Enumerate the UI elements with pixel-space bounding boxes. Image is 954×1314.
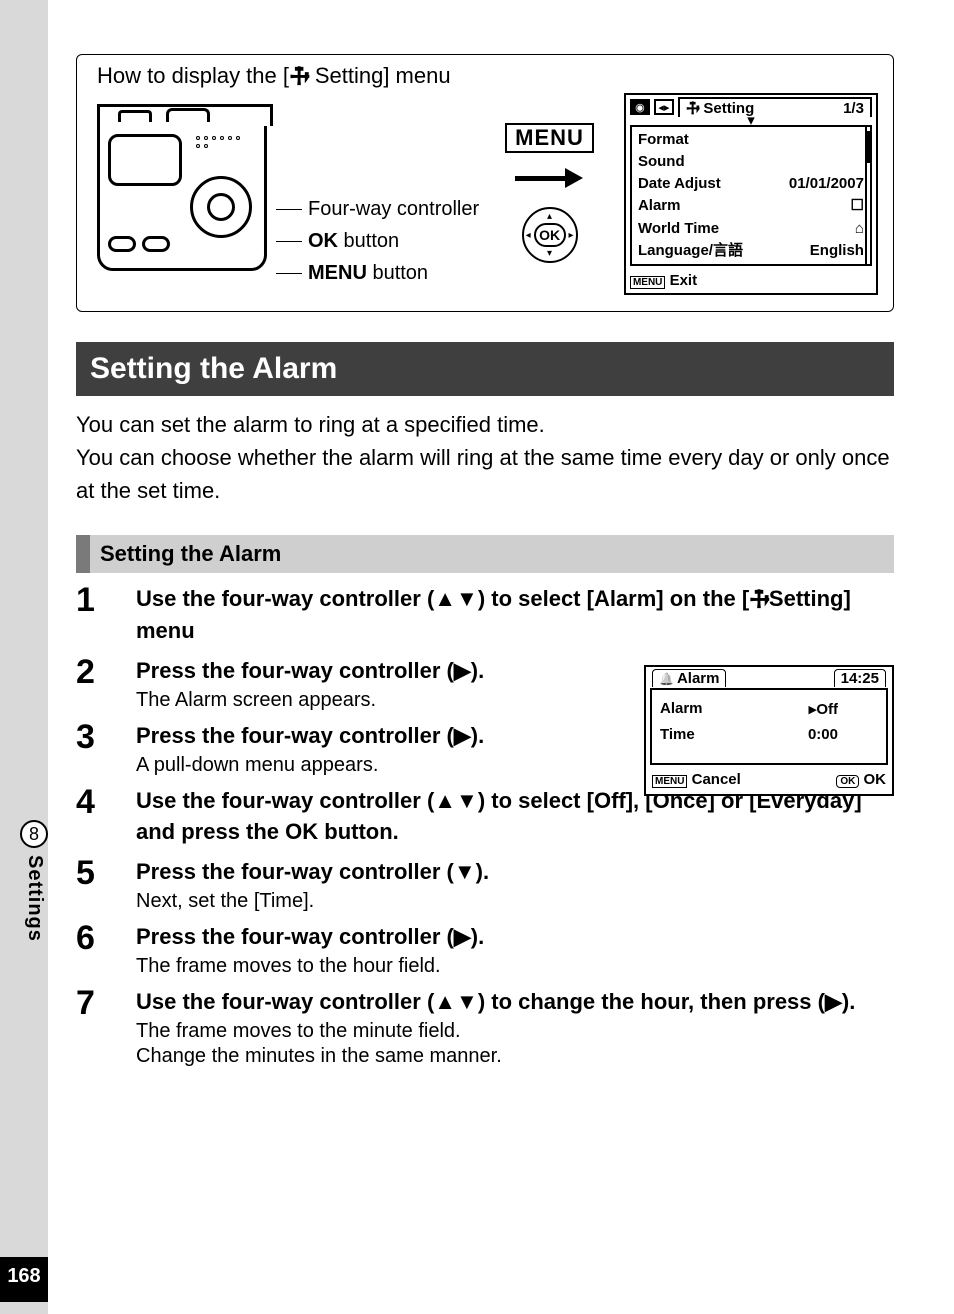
row-format: Format bbox=[636, 129, 866, 151]
menu-small-icon: MENU bbox=[630, 276, 665, 289]
ok-small-icon: OK bbox=[836, 775, 859, 788]
time-row: Time0:00 bbox=[660, 722, 878, 747]
step-7: 7 Use the four-way controller (▲▼) to ch… bbox=[76, 986, 894, 1068]
intro-text: You can set the alarm to ring at a speci… bbox=[76, 408, 894, 507]
camera-tab-icon: ◉ bbox=[630, 99, 650, 115]
ok-ring-icon: ▴ ▾ ◂ ▸ OK bbox=[522, 207, 578, 263]
menu-small-icon: MENU bbox=[652, 775, 687, 788]
exit-label: Exit bbox=[670, 272, 698, 289]
side-strip: 8 Settings 168 bbox=[0, 0, 48, 1314]
row-language: Language/言語English bbox=[636, 240, 866, 262]
step-6: 6 Press the four-way controller (▶). The… bbox=[76, 921, 894, 978]
howto-title: How to display the [⚒ Setting] menu bbox=[97, 63, 881, 89]
camera-illustration bbox=[97, 93, 272, 283]
setting-screen: ◉ ◂▸ ⚒ Setting1/3 ▾ Format Sound Date Ad… bbox=[624, 93, 878, 295]
row-alarm: Alarm☐ bbox=[636, 195, 866, 217]
step-1: 1 Use the four-way controller (▲▼) to se… bbox=[76, 583, 894, 647]
scrollbar bbox=[865, 127, 871, 265]
sub-heading: Setting the Alarm bbox=[76, 535, 894, 573]
alarm-row: Alarm▸Off bbox=[660, 696, 878, 722]
steps-list: Alarm 14:25 Alarm▸Off Time0:00 MENU Canc… bbox=[76, 583, 894, 1068]
page-indicator: 1/3 bbox=[843, 100, 864, 117]
ok-label: OK bbox=[864, 771, 887, 788]
page-number: 168 bbox=[0, 1257, 48, 1302]
alarm-title: Alarm bbox=[677, 670, 720, 687]
four-way-controller-icon bbox=[190, 176, 252, 238]
current-time: 14:25 bbox=[834, 669, 886, 687]
menu-button-icon: MENU bbox=[505, 123, 594, 153]
camera-labels: Four-way controller OK button MENU butto… bbox=[276, 193, 479, 289]
wrench-icon: ⚒ bbox=[682, 97, 704, 119]
step-5: 5 Press the four-way controller (▼). Nex… bbox=[76, 856, 894, 913]
play-tab-icon: ◂▸ bbox=[654, 99, 674, 115]
section-heading: Setting the Alarm bbox=[76, 342, 894, 396]
howto-box: How to display the [⚒ Setting] menu Four… bbox=[76, 54, 894, 312]
row-date: Date Adjust01/01/2007 bbox=[636, 173, 866, 195]
row-worldtime: World Time⌂ bbox=[636, 218, 866, 240]
cancel-label: Cancel bbox=[692, 771, 741, 788]
arrow-right-icon bbox=[515, 173, 585, 183]
chapter-pill: 8 bbox=[20, 820, 48, 848]
bell-icon bbox=[659, 670, 674, 687]
alarm-screen: Alarm 14:25 Alarm▸Off Time0:00 MENU Canc… bbox=[644, 665, 894, 796]
chapter-name: Settings bbox=[23, 855, 46, 942]
row-sound: Sound bbox=[636, 151, 866, 173]
